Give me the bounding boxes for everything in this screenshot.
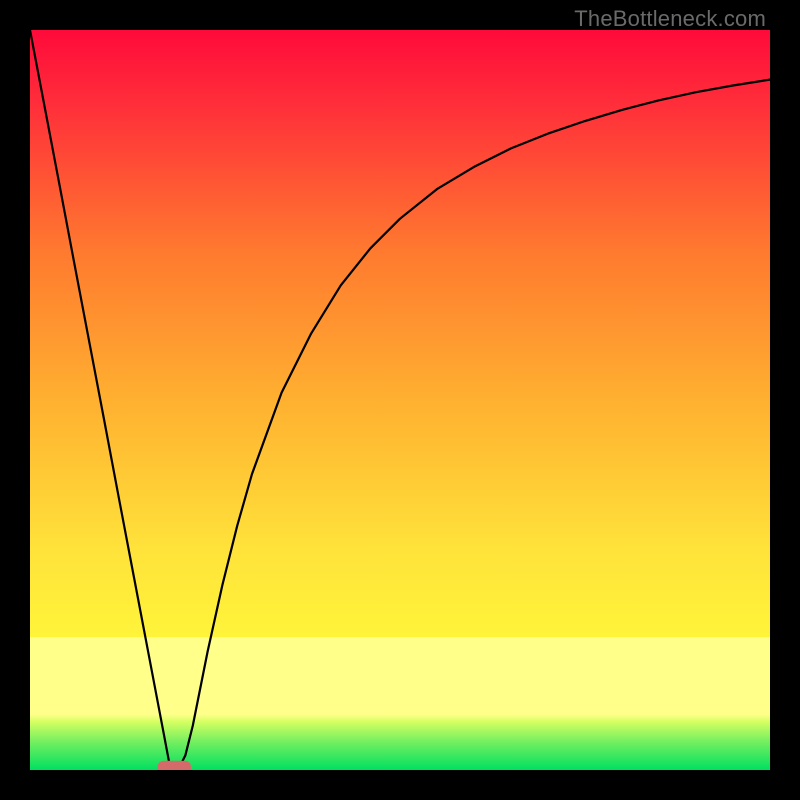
chart-svg [30,30,770,770]
watermark-text: TheBottleneck.com [574,6,766,32]
chart-frame [30,30,770,770]
bottleneck-marker [158,761,191,770]
gradient-background [30,30,770,770]
